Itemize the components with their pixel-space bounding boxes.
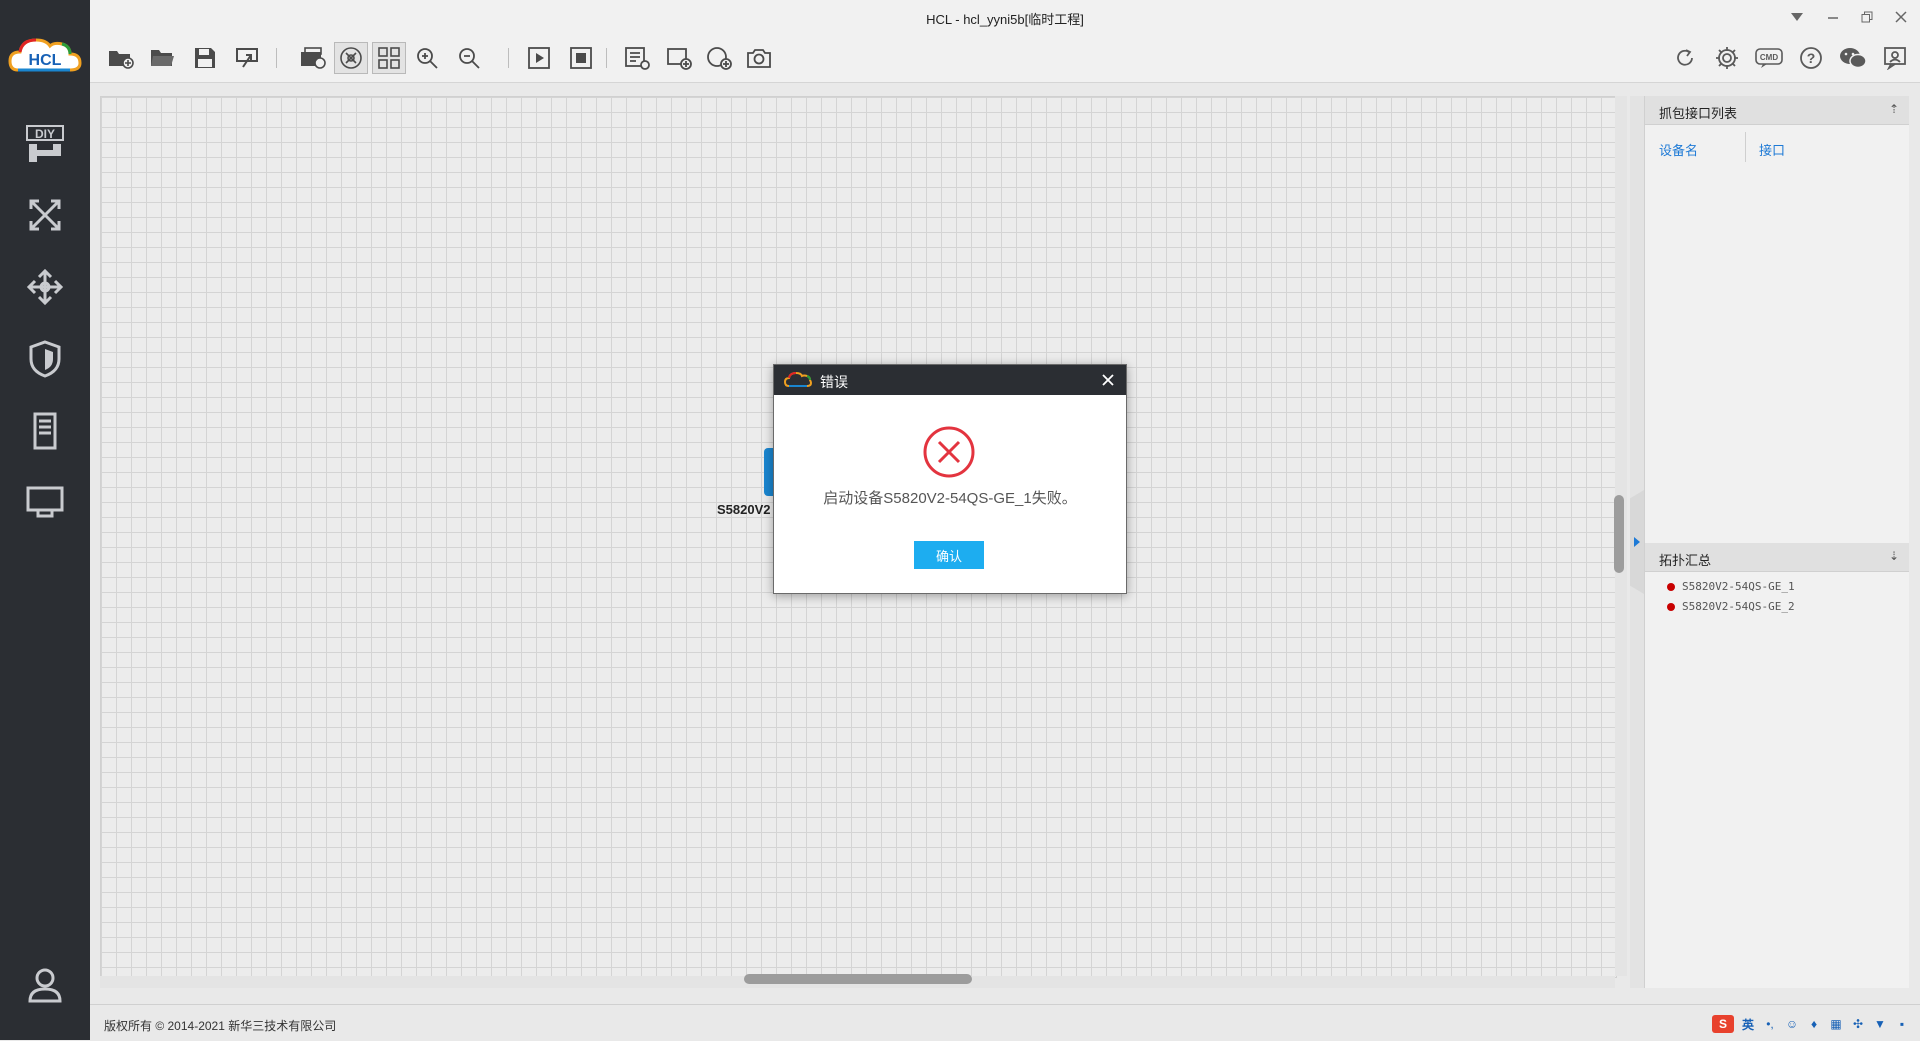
save-icon[interactable] bbox=[188, 42, 222, 74]
router-icon[interactable] bbox=[20, 190, 70, 240]
open-project-icon[interactable] bbox=[146, 42, 180, 74]
user-icon[interactable] bbox=[20, 960, 70, 1010]
topology-icon[interactable] bbox=[334, 42, 368, 74]
sogou-ime-icon[interactable]: S bbox=[1712, 1015, 1734, 1033]
wechat-icon[interactable] bbox=[1836, 42, 1870, 74]
device-status-dot bbox=[1667, 582, 1675, 591]
start-icon[interactable] bbox=[522, 42, 556, 74]
close-icon bbox=[1102, 374, 1114, 386]
svg-text:?: ? bbox=[1807, 50, 1816, 66]
error-icon bbox=[923, 426, 975, 478]
dropdown-icon[interactable] bbox=[1784, 6, 1810, 28]
help-icon[interactable]: ? bbox=[1794, 42, 1828, 74]
add-circle-icon[interactable] bbox=[702, 42, 736, 74]
tools-icon[interactable]: ✣ bbox=[1850, 1016, 1866, 1032]
keyboard-icon[interactable]: ▦ bbox=[1828, 1016, 1844, 1032]
hcl-cloud-icon bbox=[784, 372, 812, 387]
refresh-icon[interactable] bbox=[1668, 42, 1702, 74]
feedback-icon[interactable] bbox=[1878, 42, 1912, 74]
skin-icon[interactable]: ▼ bbox=[1872, 1016, 1888, 1032]
topology-device-name: S5820V2-54QS-GE_1 bbox=[1682, 580, 1795, 593]
zoom-in-icon[interactable] bbox=[410, 42, 444, 74]
window-title: HCL - hcl_yyni5b[临时工程] bbox=[926, 12, 1084, 27]
switch-icon[interactable] bbox=[20, 262, 70, 312]
dialog-title: 错误 bbox=[820, 374, 848, 390]
diy-icon[interactable]: DIY bbox=[20, 118, 70, 168]
device-status-dot bbox=[1667, 602, 1675, 611]
punctuation-icon[interactable]: •, bbox=[1762, 1016, 1778, 1032]
capture-list-header[interactable]: 抓包接口列表 ⇡ bbox=[1645, 96, 1909, 125]
import-device-icon[interactable] bbox=[296, 42, 330, 74]
logo-text: HCL bbox=[29, 52, 62, 69]
restore-button[interactable] bbox=[1854, 6, 1880, 28]
capture-list-title: 抓包接口列表 bbox=[1659, 106, 1738, 121]
microphone-icon[interactable]: ♦ bbox=[1806, 1016, 1822, 1032]
add-rect-icon[interactable] bbox=[662, 42, 696, 74]
left-sidebar: HCL DIY bbox=[0, 0, 90, 1040]
device-list-icon[interactable] bbox=[620, 42, 654, 74]
title-bar: HCL - hcl_yyni5b[临时工程] bbox=[90, 0, 1920, 34]
hcl-logo: HCL bbox=[8, 38, 82, 72]
minimize-button[interactable] bbox=[1820, 6, 1846, 28]
grid-view-icon[interactable] bbox=[372, 42, 406, 74]
svg-text:CMD: CMD bbox=[1760, 53, 1778, 62]
svg-text:DIY: DIY bbox=[35, 127, 55, 141]
close-button[interactable] bbox=[1888, 6, 1914, 28]
screenshot-icon[interactable] bbox=[742, 42, 776, 74]
topology-summary-title: 拓扑汇总 bbox=[1659, 553, 1712, 568]
ime-tray: S 英 •, ☺ ♦ ▦ ✣ ▼ ▪ bbox=[1712, 1015, 1910, 1033]
device-label: S5820V2 bbox=[717, 502, 771, 517]
column-divider bbox=[1745, 132, 1746, 162]
collapse-down-icon[interactable]: ⇣ bbox=[1889, 549, 1899, 563]
export-icon[interactable] bbox=[230, 42, 264, 74]
collapse-up-icon[interactable]: ⇡ bbox=[1889, 102, 1899, 116]
status-bar: 版权所有 © 2014-2021 新华三技术有限公司 S 英 •, ☺ ♦ ▦ … bbox=[90, 1004, 1920, 1041]
column-interface[interactable]: 接口 bbox=[1759, 140, 1785, 159]
topology-device-item[interactable]: S5820V2-54QS-GE_1 bbox=[1667, 580, 1795, 593]
ime-menu-icon[interactable]: ▪ bbox=[1894, 1016, 1910, 1032]
settings-icon[interactable] bbox=[1710, 42, 1744, 74]
confirm-button[interactable]: 确认 bbox=[914, 541, 984, 569]
vertical-scrollbar[interactable] bbox=[1614, 495, 1624, 573]
ime-language-label[interactable]: 英 bbox=[1740, 1016, 1756, 1032]
horizontal-scrollbar[interactable] bbox=[744, 974, 972, 984]
right-panel: 抓包接口列表 ⇡ 设备名 接口 拓扑汇总 ⇣ S5820V2-54QS-GE_1… bbox=[1644, 96, 1909, 988]
column-device-name[interactable]: 设备名 bbox=[1659, 140, 1698, 159]
error-dialog: 错误 启动设备S5820V2-54QS-GE_1失败。 确认 bbox=[773, 364, 1127, 594]
firewall-icon[interactable] bbox=[20, 334, 70, 384]
dialog-close-button[interactable] bbox=[1098, 370, 1118, 390]
chevron-right-icon bbox=[1634, 537, 1640, 547]
error-message: 启动设备S5820V2-54QS-GE_1失败。 bbox=[823, 490, 1077, 507]
collapse-panel-button[interactable] bbox=[1630, 490, 1644, 594]
topology-device-name: S5820V2-54QS-GE_2 bbox=[1682, 600, 1795, 613]
topology-device-item[interactable]: S5820V2-54QS-GE_2 bbox=[1667, 600, 1795, 613]
terminal-icon[interactable] bbox=[20, 478, 70, 528]
server-icon[interactable] bbox=[20, 406, 70, 456]
cmd-icon[interactable]: CMD bbox=[1752, 42, 1786, 74]
topology-summary-header[interactable]: 拓扑汇总 ⇣ bbox=[1645, 543, 1909, 572]
copyright-text: 版权所有 © 2014-2021 新华三技术有限公司 bbox=[104, 1019, 337, 1033]
stop-icon[interactable] bbox=[564, 42, 598, 74]
new-project-icon[interactable] bbox=[104, 42, 138, 74]
emoji-icon[interactable]: ☺ bbox=[1784, 1016, 1800, 1032]
toolbar: CMD ? bbox=[90, 34, 1920, 83]
dialog-header: 错误 bbox=[774, 365, 1126, 395]
zoom-out-icon[interactable] bbox=[452, 42, 486, 74]
